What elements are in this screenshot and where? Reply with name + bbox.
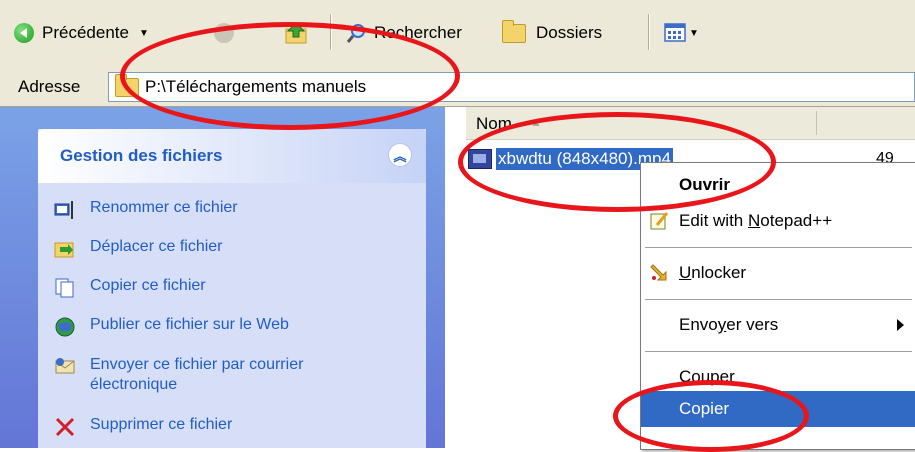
menu-item-label: Copier xyxy=(679,399,730,418)
menu-item-label: Couper xyxy=(679,367,735,386)
forward-button[interactable] xyxy=(214,18,234,48)
menu-separator xyxy=(645,299,912,300)
video-file-icon xyxy=(468,149,492,169)
menu-item-unlocker[interactable]: Unlocker xyxy=(641,255,915,291)
address-path: P:\Téléchargements manuels xyxy=(145,77,367,96)
menu-separator xyxy=(645,247,912,248)
column-divider[interactable] xyxy=(816,111,817,135)
views-button[interactable]: ▼ xyxy=(664,18,699,48)
task-rename[interactable]: Renommer ce fichier xyxy=(54,199,238,221)
folder-icon xyxy=(115,73,139,97)
context-menu: Ouvrir Edit with Notepad++ Unlocker Envo… xyxy=(640,162,915,450)
task-label-continued: électronique xyxy=(90,376,178,393)
task-move[interactable]: Déplacer ce fichier xyxy=(54,238,223,260)
task-publish-web[interactable]: Publier ce fichier sur le Web xyxy=(54,316,289,338)
notepad-icon xyxy=(649,211,669,231)
delete-icon xyxy=(54,416,76,438)
menu-separator xyxy=(645,351,912,352)
menu-item-open[interactable]: Ouvrir xyxy=(641,167,915,203)
task-label-block: Envoyer ce fichier par courrier électron… xyxy=(90,355,303,395)
menu-item-send-to[interactable]: Envoyer vers xyxy=(641,307,915,343)
submenu-arrow-icon xyxy=(897,319,904,331)
forward-arrow-icon xyxy=(214,23,234,43)
up-folder-button[interactable] xyxy=(284,18,310,48)
folders-button[interactable]: Dossiers xyxy=(502,18,602,48)
task-delete[interactable]: Supprimer ce fichier xyxy=(54,416,232,438)
globe-icon xyxy=(54,316,76,338)
address-input[interactable]: P:\Téléchargements manuels xyxy=(108,72,915,102)
file-tasks-panel: Gestion des fichiers ︽ Renommer ce fichi… xyxy=(38,129,426,448)
collapse-chevron-icon[interactable]: ︽ xyxy=(388,143,412,167)
views-dropdown-icon: ▼ xyxy=(689,27,699,39)
search-icon xyxy=(346,24,365,43)
back-dropdown-icon[interactable]: ▼ xyxy=(139,28,149,39)
menu-item-cut[interactable]: Couper xyxy=(641,359,915,395)
task-label: Supprimer ce fichier xyxy=(90,416,233,433)
file-tasks-header[interactable]: Gestion des fichiers ︽ xyxy=(38,129,426,183)
task-label: Déplacer ce fichier xyxy=(90,238,223,255)
views-icon xyxy=(664,23,686,42)
menu-item-edit-notepad[interactable]: Edit with Notepad++ xyxy=(641,203,915,239)
up-folder-icon xyxy=(285,22,307,44)
toolbar-separator xyxy=(648,14,650,50)
back-arrow-icon xyxy=(14,23,34,43)
menu-item-label: Envoyer vers xyxy=(679,315,779,334)
address-bar: Adresse P:\Téléchargements manuels xyxy=(0,68,915,107)
task-label: Renommer ce fichier xyxy=(90,199,238,216)
column-name-label: Nom xyxy=(476,114,512,133)
toolbar: Précédente ▼ Rechercher Dossiers ▼ xyxy=(0,0,915,69)
address-label: Adresse xyxy=(18,77,81,96)
folders-label: Dossiers xyxy=(536,23,603,42)
task-send-email[interactable]: Envoyer ce fichier par courrier électron… xyxy=(54,355,303,395)
search-button[interactable]: Rechercher xyxy=(346,18,462,48)
rename-icon xyxy=(54,199,76,221)
task-label: Publier ce fichier sur le Web xyxy=(90,316,289,333)
back-button[interactable]: Précédente ▼ xyxy=(14,18,149,48)
column-header-name[interactable]: Nom ▲ xyxy=(466,107,915,140)
toolbar-separator xyxy=(330,14,332,50)
back-label: Précédente xyxy=(42,23,129,42)
menu-item-label: Unlocker xyxy=(679,263,747,282)
file-tasks-title: Gestion des fichiers xyxy=(60,146,223,165)
task-label: Copier ce fichier xyxy=(90,277,206,294)
move-icon xyxy=(54,238,76,260)
unlocker-icon xyxy=(649,263,669,283)
sort-ascending-icon: ▲ xyxy=(530,115,542,129)
menu-item-label: Edit with Notepad++ xyxy=(679,211,833,230)
folders-icon xyxy=(502,19,526,43)
task-copy[interactable]: Copier ce fichier xyxy=(54,277,206,299)
mail-icon xyxy=(54,355,76,377)
task-label: Envoyer ce fichier par courrier xyxy=(90,356,304,373)
task-pane: Gestion des fichiers ︽ Renommer ce fichi… xyxy=(0,107,445,448)
menu-item-copy[interactable]: Copier xyxy=(641,391,915,427)
copy-icon xyxy=(54,277,76,299)
search-label: Rechercher xyxy=(374,23,462,42)
menu-item-label: Ouvrir xyxy=(679,175,731,194)
